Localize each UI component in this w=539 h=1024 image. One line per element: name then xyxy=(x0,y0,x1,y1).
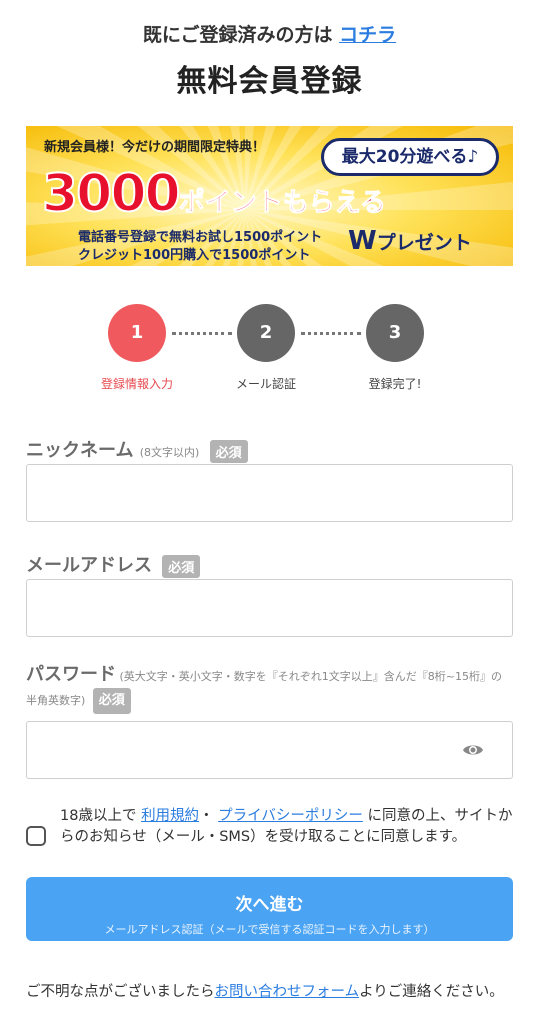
password-input[interactable] xyxy=(26,721,513,779)
progress-steps: 1 2 3 登録情報入力 メール認証 登録完了! xyxy=(0,304,539,394)
login-prompt-text: 既にご登録済みの方は xyxy=(142,24,333,46)
banner-present: プレゼント xyxy=(376,232,472,254)
step-1-label: 登録情報入力 xyxy=(100,377,173,391)
contact-note: ご不明な点がございましたらお問い合わせフォームよりご連絡ください。 xyxy=(26,982,516,1003)
required-badge: 必須 xyxy=(209,439,248,463)
nickname-label: ニックネーム (8文字以内) 必須 xyxy=(26,436,248,463)
step-2-circle: 2 xyxy=(237,304,295,362)
consent-checkbox[interactable] xyxy=(26,826,46,846)
login-prompt: 既にご登録済みの方は コチラ xyxy=(0,20,539,47)
consent-text: 18歳以上で 利用規約・ プライバシーポリシー に同意の上、サイトからのお知らせ… xyxy=(60,806,514,848)
step-3-circle: 3 xyxy=(366,304,424,362)
banner-top-text: 新規会員様！今だけの期間限定特典！ xyxy=(44,140,266,155)
required-badge: 必須 xyxy=(92,688,131,714)
email-input[interactable] xyxy=(26,579,513,637)
terms-link[interactable]: 利用規約 xyxy=(141,808,199,824)
privacy-policy-link[interactable]: プライバシーポリシー xyxy=(218,808,363,824)
password-label: パスワード (英大文字・英小文字・数字を『それぞれ1文字以上』含んだ『8桁~15… xyxy=(26,664,506,714)
step-2-label: メール認証 xyxy=(235,377,296,391)
next-button-label: 次へ進む xyxy=(235,895,304,914)
promo-banner[interactable]: 新規会員様！今だけの期間限定特典！ 最大20分遊べる♪ 3000ポイントもらえる… xyxy=(26,126,513,266)
step-connector-1 xyxy=(172,332,232,335)
banner-headline: 3000ポイントもらえる xyxy=(41,163,502,228)
banner-headline-rest: ポイントもらえる xyxy=(178,188,386,219)
banner-sub-line-2: クレジット100円購入で1500ポイント xyxy=(78,248,311,263)
step-connector-2 xyxy=(301,332,361,335)
nickname-note: (8文字以内) xyxy=(139,446,200,459)
email-label-text: メールアドレス xyxy=(26,555,152,576)
email-label: メールアドレス 必須 xyxy=(26,551,201,578)
banner-w-present: Wプレゼント xyxy=(348,226,472,256)
step-3-label: 登録完了! xyxy=(368,377,422,391)
next-button[interactable]: 次へ進む メールアドレス認証（メールで受信する認証コードを入力します） xyxy=(26,877,513,941)
eye-icon[interactable] xyxy=(462,742,484,758)
consent-prefix: 18歳以上で xyxy=(60,808,137,824)
required-badge: 必須 xyxy=(162,554,201,578)
contact-prefix: ご不明な点がございましたら xyxy=(26,984,215,1000)
password-label-text: パスワード xyxy=(26,664,116,685)
banner-w: W xyxy=(348,226,377,256)
step-1-circle: 1 xyxy=(108,304,166,362)
nickname-label-text: ニックネーム xyxy=(26,440,134,461)
nickname-input[interactable] xyxy=(26,464,513,522)
page-title: 無料会員登録 xyxy=(176,64,363,99)
consent-separator: ・ xyxy=(199,808,214,824)
login-link[interactable]: コチラ xyxy=(339,24,396,46)
next-button-sublabel: メールアドレス認証（メールで受信する認証コードを入力します） xyxy=(104,924,435,936)
banner-sub-line-1: 電話番号登録で無料お試し1500ポイント xyxy=(78,230,323,245)
contact-form-link[interactable]: お問い合わせフォーム xyxy=(215,984,360,1000)
contact-suffix: よりご連絡ください。 xyxy=(359,984,504,1000)
banner-big-number: 3000 xyxy=(41,163,182,225)
